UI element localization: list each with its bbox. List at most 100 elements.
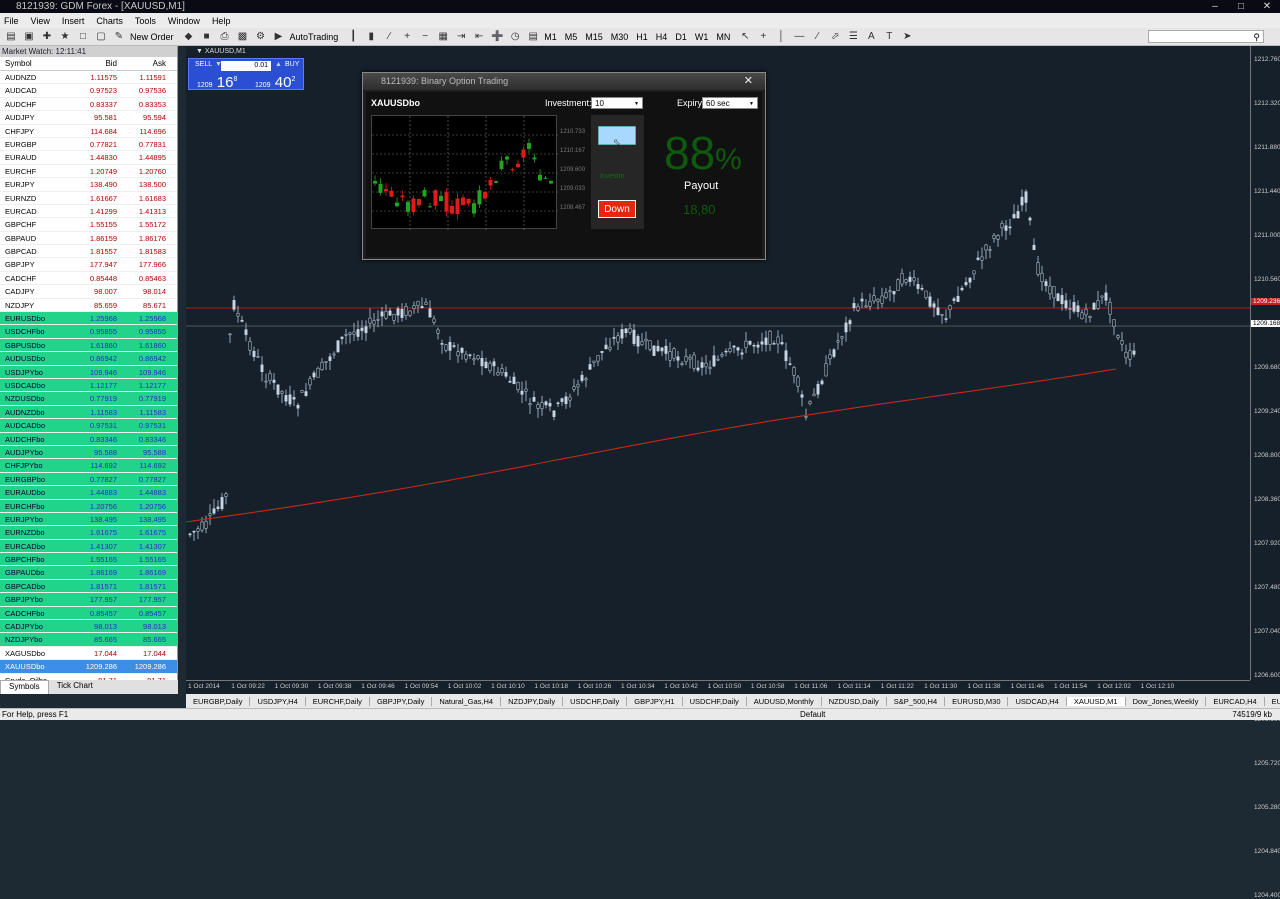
market-watch-row[interactable]: XAUUSDbo 1209.286 1209.286 [0, 660, 177, 674]
market-watch-row[interactable]: CADJPYbo 98.013 98.013 [0, 620, 177, 634]
close-icon[interactable]: ✕ [1254, 0, 1280, 13]
market-watch-row[interactable]: EURCHFbo 1.20756 1.20756 [0, 499, 177, 513]
tf-m30[interactable]: M30 [611, 32, 629, 42]
chart-tab[interactable]: GBPJPY,Daily [370, 696, 433, 706]
buy-button[interactable]: BUY [285, 61, 299, 68]
expert-icon[interactable]: ◆ [182, 30, 196, 44]
autotrading-button[interactable]: AutoTrading [290, 32, 339, 42]
arrows-icon[interactable]: ➤ [900, 30, 914, 44]
indicators-icon[interactable]: ➕ [490, 30, 504, 44]
market-watch-row[interactable]: AUDJPYbo 95.588 95.588 [0, 445, 177, 460]
market-watch-row[interactable]: AUDCAD 0.97523 0.97536 [0, 84, 177, 98]
market-watch-row[interactable]: USDCHFbo 0.95855 0.95855 [0, 325, 177, 339]
cursor-icon[interactable]: ↖ [738, 30, 752, 44]
candle-chart-icon[interactable]: ▮ [364, 30, 378, 44]
tile-icon[interactable]: ▦ [436, 30, 450, 44]
chart-tab[interactable]: EUR [1265, 697, 1280, 706]
text-icon[interactable]: A [864, 30, 878, 44]
profiles-icon[interactable]: ▣ [22, 30, 36, 44]
minimize-icon[interactable]: – [1202, 0, 1228, 13]
market-watch-row[interactable]: GBPAUDbo 1.86169 1.86169 [0, 566, 177, 580]
chart-tab[interactable]: USDCHF,Daily [563, 696, 628, 706]
new-order-icon[interactable]: ✎ [112, 30, 126, 44]
market-watch-row[interactable]: AUDCHFbo 0.83346 0.83346 [0, 432, 177, 446]
market-watch-row[interactable]: EURUSDbo 1.25968 1.25968 [0, 312, 177, 326]
chart-tab[interactable]: EURGBP,Daily [186, 696, 251, 706]
tf-d1[interactable]: D1 [675, 32, 687, 42]
chart-tab[interactable]: Natural_Gas,H4 [432, 696, 502, 706]
maximize-icon[interactable]: □ [1228, 0, 1254, 13]
sell-price[interactable]: 1209 168 [197, 74, 237, 91]
market-watch-row[interactable]: NZDJPY 85.659 85.671 [0, 299, 177, 313]
market-watch-row[interactable]: CADJPY 98.007 98.014 [0, 285, 177, 299]
market-watch-row[interactable]: AUDNZD 1.11575 1.11591 [0, 71, 177, 85]
tf-m15[interactable]: M15 [585, 32, 603, 42]
chart-tab[interactable]: NZDUSD,Daily [822, 696, 887, 706]
chart-tab[interactable]: EURCHF,Daily [306, 696, 370, 706]
line-chart-icon[interactable]: ∕ [382, 30, 396, 44]
history-icon[interactable]: ▩ [236, 30, 250, 44]
market-watch-row[interactable]: GBPCHFbo 1.55165 1.55165 [0, 553, 177, 567]
menu-file[interactable]: File [4, 16, 19, 26]
script-icon[interactable]: ■ [200, 30, 214, 44]
chart-tab[interactable]: USDCAD,H4 [1008, 696, 1067, 706]
market-watch-row[interactable]: XAGUSDbo 17.044 17.044 [0, 647, 177, 661]
zoom-out-icon[interactable]: − [418, 30, 432, 44]
market-watch-row[interactable]: NZDJPYbo 85.665 85.665 [0, 633, 177, 647]
autotrading-icon[interactable]: ▶ [272, 30, 286, 44]
buy-price[interactable]: 1209 402 [255, 74, 295, 91]
tf-h4[interactable]: H4 [656, 32, 668, 42]
col-bid[interactable]: Bid [71, 57, 119, 70]
search-input[interactable]: ⚲ [1148, 30, 1264, 43]
chart-tab[interactable]: Dow_Jones,Weekly [1126, 696, 1207, 706]
tf-h1[interactable]: H1 [636, 32, 648, 42]
chart-tab[interactable]: AUDUSD,Monthly [747, 696, 822, 706]
market-watch-row[interactable]: EURAUD 1.44830 1.44895 [0, 151, 177, 165]
tf-w1[interactable]: W1 [695, 32, 709, 42]
sell-button[interactable]: SELL [195, 61, 212, 68]
terminal-icon[interactable]: □ [76, 30, 90, 44]
market-watch-row[interactable]: USDCADbo 1.12177 1.12177 [0, 378, 177, 393]
navigator-icon[interactable]: ★ [58, 30, 72, 44]
print-icon[interactable]: ⎙ [218, 30, 232, 44]
tf-m1[interactable]: M1 [544, 32, 557, 42]
market-watch-row[interactable]: EURCAD 1.41299 1.41313 [0, 205, 177, 219]
col-symbol[interactable]: Symbol [0, 57, 71, 70]
label-icon[interactable]: T [882, 30, 896, 44]
market-watch-row[interactable]: AUDNZDbo 1.11583 1.11583 [0, 405, 177, 420]
market-watch-row[interactable]: GBPCHF 1.55155 1.55172 [0, 218, 177, 232]
chart-tab[interactable]: NZDJPY,Daily [501, 696, 564, 706]
chart-tab[interactable]: XAUUSD,M1 [1066, 696, 1126, 706]
market-watch-row[interactable]: USDJPYbo 109.946 109.946 [0, 365, 177, 379]
col-ask[interactable]: Ask [119, 57, 169, 70]
new-order-button[interactable]: New Order [130, 32, 174, 42]
market-watch-row[interactable]: CADCHF 0.85448 0.85463 [0, 272, 177, 286]
market-watch-row[interactable]: EURCADbo 1.41307 1.41307 [0, 539, 177, 554]
menu-charts[interactable]: Charts [96, 16, 123, 26]
market-watch-row[interactable]: GBPCAD 1.81557 1.81583 [0, 245, 177, 259]
templates-icon[interactable]: ▤ [526, 30, 540, 44]
market-watch-row[interactable]: CHFJPYbo 114.692 114.692 [0, 459, 177, 473]
autoscroll-icon[interactable]: ⇥ [454, 30, 468, 44]
market-watch-row[interactable]: GBPJPYbo 177.957 177.957 [0, 593, 177, 607]
market-watch-row[interactable]: EURGBP 0.77821 0.77831 [0, 138, 177, 152]
menu-window[interactable]: Window [168, 16, 200, 26]
market-watch-row[interactable]: GBPAUD 1.86159 1.86176 [0, 232, 177, 246]
tf-mn[interactable]: MN [716, 32, 730, 42]
market-watch-row[interactable]: EURCHF 1.20749 1.20760 [0, 165, 177, 179]
market-watch-row[interactable]: AUDCHF 0.83337 0.83353 [0, 98, 177, 112]
market-watch-row[interactable]: AUDCADbo 0.97531 0.97531 [0, 419, 177, 433]
investment-select[interactable]: 10 [591, 97, 643, 110]
market-watch-row[interactable]: AUDJPY 95.581 95.594 [0, 111, 177, 125]
market-watch-row[interactable]: EURNZDbo 1.61675 1.61675 [0, 526, 177, 540]
market-watch-row[interactable]: CHFJPY 114.684 114.696 [0, 125, 177, 138]
tf-m5[interactable]: M5 [565, 32, 578, 42]
market-watch-row[interactable]: NZDUSDbo 0.77919 0.77919 [0, 392, 177, 406]
chart-tab[interactable]: GBPJPY,H1 [627, 696, 683, 706]
periods-icon[interactable]: ◷ [508, 30, 522, 44]
chart-shift-icon[interactable]: ⇤ [472, 30, 486, 44]
chart-tab[interactable]: EURCAD,H4 [1206, 696, 1265, 706]
menu-help[interactable]: Help [212, 16, 231, 26]
tab-symbols[interactable]: Symbols [0, 680, 49, 694]
trendline-icon[interactable]: ∕ [810, 30, 824, 44]
